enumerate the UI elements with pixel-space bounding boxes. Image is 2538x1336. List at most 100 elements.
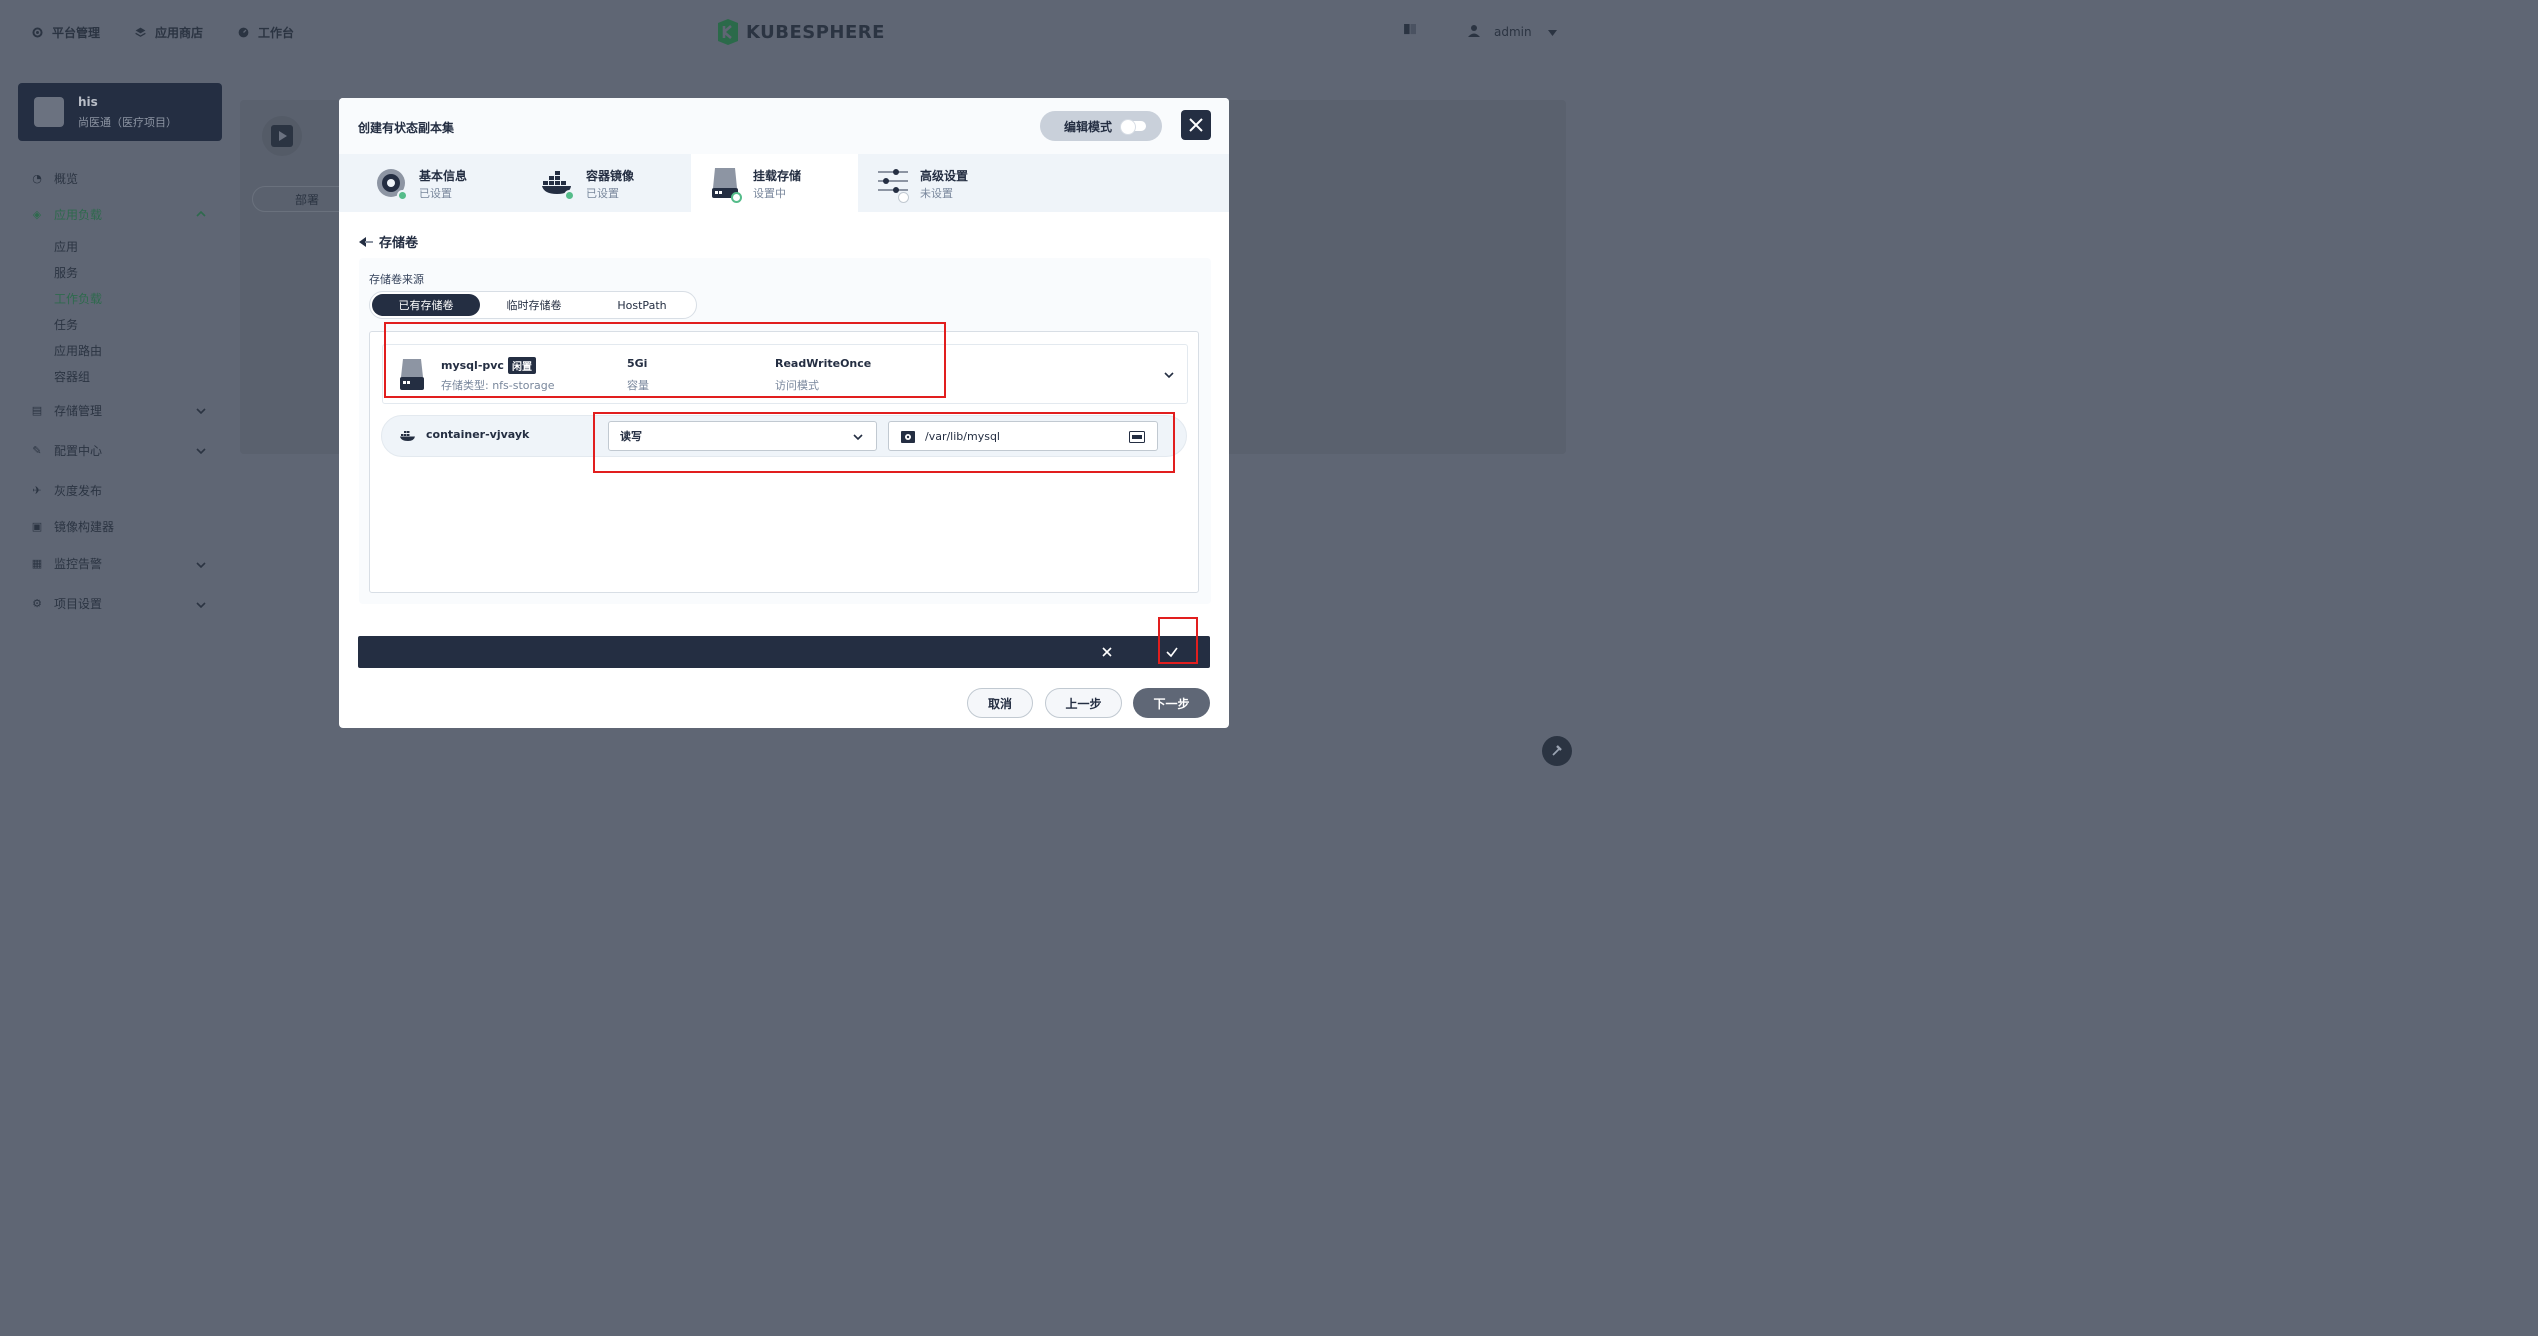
workload-icon bbox=[262, 116, 302, 156]
sidebar-subitem-routes[interactable]: 应用路由 bbox=[54, 342, 102, 359]
sidebar-item-overview[interactable]: ◔ 概览 bbox=[30, 170, 78, 187]
step-basic-info[interactable]: 基本信息 已设置 bbox=[339, 154, 506, 212]
close-icon[interactable] bbox=[1100, 645, 1114, 659]
chevron-down-icon[interactable] bbox=[196, 406, 206, 417]
dashboard-icon bbox=[236, 26, 250, 40]
user-name: admin bbox=[1494, 25, 1532, 39]
volume-source-tabs: 已有存储卷 临时存储卷 HostPath bbox=[369, 291, 697, 319]
chevron-down-icon[interactable] bbox=[196, 600, 206, 611]
nav-appstore[interactable]: 应用商店 bbox=[133, 24, 203, 41]
overview-icon: ◔ bbox=[32, 172, 42, 185]
user-menu[interactable]: admin bbox=[1468, 24, 1557, 40]
annotation-box-volume bbox=[384, 322, 946, 398]
toolbox-button[interactable] bbox=[1542, 736, 1572, 766]
sidebar-item-label: 监控告警 bbox=[54, 557, 103, 571]
close-button[interactable] bbox=[1181, 110, 1211, 140]
sidebar-item-gray[interactable]: ✈ 灰度发布 bbox=[30, 482, 102, 499]
sidebar-item-label: 存储管理 bbox=[54, 404, 103, 418]
section-title-volume[interactable]: 存储卷 bbox=[359, 232, 418, 251]
step-status: 已设置 bbox=[586, 187, 619, 200]
sidebar-subitem-services[interactable]: 服务 bbox=[54, 264, 78, 281]
sidebar-item-image-builder[interactable]: ▣ 镜像构建器 bbox=[30, 518, 114, 535]
monitor-icon: ▦ bbox=[31, 557, 43, 570]
step-pending-dot bbox=[898, 192, 909, 203]
project-desc: 尚医通（医疗项目） bbox=[78, 116, 177, 129]
chevron-down-icon[interactable] bbox=[196, 446, 206, 457]
tab-temporary-volume[interactable]: 临时存储卷 bbox=[480, 294, 588, 316]
tab-existing-volume[interactable]: 已有存储卷 bbox=[372, 294, 480, 316]
sidebar-item-config[interactable]: ✎ 配置中心 bbox=[30, 442, 102, 459]
step-mount-storage[interactable]: 挂载存储 设置中 bbox=[691, 154, 858, 212]
step-status: 设置中 bbox=[753, 187, 786, 200]
sidebar-item-app-workload[interactable]: ◈ 应用负载 bbox=[30, 206, 102, 223]
chevron-down-icon[interactable] bbox=[196, 560, 206, 571]
prev-step-button[interactable]: 上一步 bbox=[1045, 688, 1122, 718]
caret-down-icon bbox=[1547, 25, 1557, 39]
step-status: 已设置 bbox=[419, 187, 452, 200]
sidebar-item-monitoring[interactable]: ▦ 监控告警 bbox=[30, 555, 102, 572]
modal-header: 创建有状态副本集 编辑模式 bbox=[339, 98, 1229, 154]
background-tab-label: 部署 bbox=[294, 192, 319, 207]
nav-platform-label: 平台管理 bbox=[52, 26, 101, 40]
tab-label: 已有存储卷 bbox=[398, 299, 454, 312]
docs-button[interactable] bbox=[1404, 24, 1417, 38]
close-icon bbox=[1189, 118, 1203, 132]
section-title-label: 存储卷 bbox=[379, 236, 419, 251]
sidebar-item-label: 应用负载 bbox=[54, 208, 103, 222]
tab-hostpath[interactable]: HostPath bbox=[588, 294, 696, 316]
project-card[interactable]: his 尚医通（医疗项目） bbox=[18, 83, 222, 141]
image-builder-icon: ▣ bbox=[31, 520, 43, 533]
layers-icon bbox=[133, 26, 147, 40]
rocket-icon: ✈ bbox=[32, 484, 42, 497]
step-done-dot bbox=[564, 190, 575, 201]
next-step-button[interactable]: 下一步 bbox=[1133, 688, 1210, 718]
modal-title: 创建有状态副本集 bbox=[358, 121, 455, 135]
edit-mode-label: 编辑模式 bbox=[1064, 119, 1113, 134]
database-icon: ▤ bbox=[31, 404, 43, 417]
wizard-steps: 基本信息 已设置 容器镜像 已设置 挂载存储 设置中 高级设置 未设置 bbox=[339, 154, 1229, 212]
kubesphere-logo[interactable]: KUBESPHERE bbox=[716, 19, 885, 45]
project-name: his bbox=[78, 95, 98, 109]
sidebar-item-storage[interactable]: ▤ 存储管理 bbox=[30, 402, 102, 419]
nav-platform[interactable]: 平台管理 bbox=[30, 24, 100, 41]
sidebar-item-label: 镜像构建器 bbox=[54, 520, 115, 534]
sidebar-subitem-workloads[interactable]: 工作负载 bbox=[54, 290, 102, 307]
edit-mode-toggle[interactable]: 编辑模式 bbox=[1040, 111, 1162, 141]
settings-icon: ⚙ bbox=[32, 597, 42, 610]
sidebar-item-label: 项目设置 bbox=[54, 597, 103, 611]
chevron-down-icon[interactable] bbox=[1163, 369, 1175, 381]
sidebar-item-label: 配置中心 bbox=[54, 444, 103, 458]
volume-source-label: 存储卷来源 bbox=[369, 273, 424, 286]
cancel-button[interactable]: 取消 bbox=[967, 688, 1033, 718]
tab-label: HostPath bbox=[617, 298, 667, 312]
project-icon bbox=[34, 97, 64, 127]
nav-appstore-label: 应用商店 bbox=[155, 26, 204, 40]
step-advanced-settings[interactable]: 高级设置 未设置 bbox=[858, 154, 1025, 212]
user-icon bbox=[1468, 24, 1480, 40]
sidebar-subitem-pods[interactable]: 容器组 bbox=[54, 368, 90, 385]
volume-confirm-bar bbox=[358, 636, 1210, 668]
step-label: 高级设置 bbox=[920, 169, 969, 183]
logo-text: KUBESPHERE bbox=[746, 21, 885, 43]
sidebar-item-project-settings[interactable]: ⚙ 项目设置 bbox=[30, 595, 102, 612]
step-container-image[interactable]: 容器镜像 已设置 bbox=[506, 154, 673, 212]
next-label: 下一步 bbox=[1153, 696, 1190, 711]
book-icon bbox=[1404, 24, 1417, 38]
cancel-label: 取消 bbox=[987, 696, 1012, 711]
step-current-dot bbox=[731, 192, 742, 203]
toggle-switch-icon bbox=[1120, 119, 1147, 135]
sidebar-subitem-jobs[interactable]: 任务 bbox=[54, 316, 78, 333]
annotation-box-mount bbox=[593, 412, 1175, 473]
step-label: 挂载存储 bbox=[753, 169, 802, 183]
tab-label: 临时存储卷 bbox=[506, 299, 562, 312]
nav-workbench[interactable]: 工作台 bbox=[236, 24, 294, 41]
prev-label: 上一步 bbox=[1065, 696, 1102, 711]
mount-container: container-vjvayk bbox=[400, 428, 529, 441]
back-arrow-icon bbox=[359, 236, 373, 247]
step-label: 基本信息 bbox=[419, 169, 468, 183]
wrench-icon: ✎ bbox=[32, 444, 42, 457]
sidebar-subitem-apps[interactable]: 应用 bbox=[54, 238, 78, 255]
step-label: 容器镜像 bbox=[586, 169, 635, 183]
top-navbar: 平台管理 应用商店 工作台 KUBESPHERE admin bbox=[0, 0, 1568, 64]
chevron-up-icon[interactable] bbox=[196, 209, 206, 220]
